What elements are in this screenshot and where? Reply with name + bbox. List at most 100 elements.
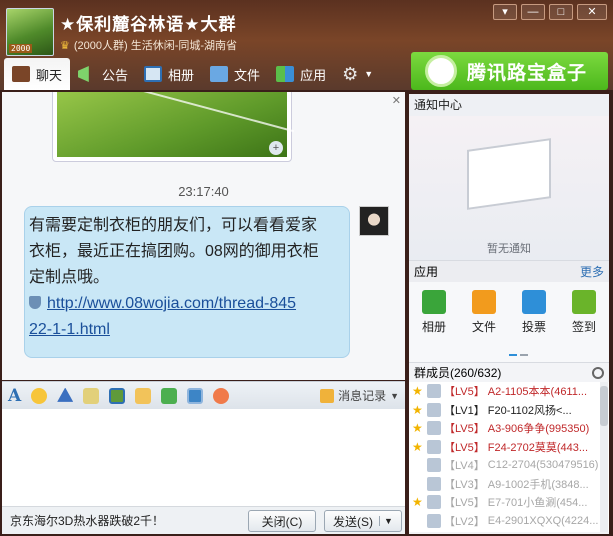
sticker-icon[interactable] (213, 387, 230, 404)
search-icon[interactable] (592, 366, 604, 379)
message-bubble: 有需要定制衣柜的朋友们，可以看看爱家 衣柜，最近正在搞团购。08网的御用衣柜 定… (24, 206, 350, 358)
star-icon: ★ (412, 439, 423, 454)
app-checkin[interactable]: 签到 (571, 290, 596, 362)
app-label: 投票 (521, 320, 546, 334)
note-icon[interactable] (135, 387, 152, 404)
apps-header: 应用 更多 (409, 260, 609, 282)
tab-label: 相册 (168, 67, 195, 83)
tab-apps[interactable]: 应用 (268, 59, 334, 89)
member-list[interactable]: ★ 【LV5】 A2-1105本本(4611... ★ 【LV1】 F20-1102风扬… (409, 382, 609, 532)
members-header: 群成员(260/632) (409, 362, 609, 382)
member-row[interactable]: ★ 【LV5】 E7-701小鱼涮(454... (409, 493, 609, 512)
member-name: E7-701小鱼涮(454... (487, 497, 588, 510)
zoom-icon[interactable]: + (269, 141, 283, 155)
member-name: A3-906争争(995350) (487, 423, 590, 436)
member-row[interactable]: 【LV3】 A9-1002手机(3848... (409, 475, 609, 494)
member-name: F24-2702莫莫(443... (487, 441, 589, 454)
avatar (427, 458, 441, 473)
page-dot[interactable] (520, 354, 528, 356)
folder-icon (210, 66, 229, 82)
apps-grid: 相册 文件 投票 签到 (409, 282, 609, 362)
gear-icon: ⚙ (342, 63, 359, 84)
app-files[interactable]: 文件 (471, 290, 496, 362)
message-line: 衣柜，最近正在搞团购。08网的御用衣柜 (29, 243, 319, 260)
close-icon[interactable]: ✕ (577, 4, 607, 20)
font-icon[interactable]: A (8, 386, 21, 406)
tab-label: 公告 (102, 67, 129, 83)
tab-files[interactable]: 文件 (202, 59, 268, 89)
avatar (427, 421, 441, 436)
message-line: 定制点哦。 (29, 269, 110, 286)
star-icon: ★ (412, 495, 423, 510)
bottom-bar: 京东海尔3D热水器跌破2千！ 关闭(C) 发送(S) ▼ (2, 506, 405, 534)
apps-more-link[interactable]: 更多 (580, 263, 604, 280)
input-toolbar: A 消息记录 ▼ (2, 381, 405, 409)
member-scrollbar[interactable] (600, 382, 608, 532)
member-row[interactable]: 【LV2】 E4-2901XQXQ(4224... (409, 512, 609, 531)
emoji-icon[interactable] (31, 387, 48, 404)
checkin-icon (571, 290, 596, 314)
image-message[interactable]: + (52, 92, 292, 162)
history-label: 消息记录 (338, 389, 387, 403)
star-icon: ★ (412, 384, 423, 399)
member-level: 【LV1】 (444, 404, 485, 417)
shield-icon (29, 296, 41, 309)
send-label: 发送(S) (333, 514, 374, 529)
member-row[interactable]: ★ 【LV5】 A3-906争争(995350) (409, 419, 609, 438)
group-info: ♛ (2000人群) 生活休闲-同城-湖南省 (60, 37, 237, 53)
message-input[interactable] (2, 409, 405, 506)
avatar (427, 495, 441, 510)
collapse-icon[interactable]: ✕ (392, 94, 401, 107)
member-name: E4-2901XQXQ(4224... (487, 514, 599, 527)
chat-messages[interactable]: ✕ + 23:17:40 有需要定制衣柜的朋友们，可以看看爱家 衣柜，最近正在搞… (2, 92, 405, 380)
member-row[interactable]: ★ 【LV5】 F24-2702莫莫(443... (409, 438, 609, 457)
tab-chat[interactable]: 聊天 (4, 58, 71, 90)
message-timestamp: 23:17:40 (178, 184, 229, 199)
router-box-icon (425, 55, 457, 87)
window-controls: ▾ — □ ✕ (493, 4, 607, 20)
ad-banner[interactable]: 腾讯路宝盒子 (411, 52, 608, 90)
group-name[interactable]: ★保利麓谷林语★大群 (60, 10, 236, 35)
group-avatar[interactable]: 2000 (6, 8, 54, 56)
message-link[interactable]: http://www.08wojia.com/thread-845 (47, 295, 296, 312)
settings-button[interactable]: ⚙ ▼ (334, 59, 381, 89)
menu-icon[interactable]: ▾ (493, 4, 517, 20)
app-vote[interactable]: 投票 (521, 290, 546, 362)
screenshot-icon[interactable] (187, 387, 204, 404)
close-button[interactable]: 关闭(C) (248, 510, 316, 532)
music-icon[interactable] (161, 387, 178, 404)
minimize-icon[interactable]: — (521, 4, 545, 20)
page-dot[interactable] (509, 354, 517, 356)
message-link-cont[interactable]: 22-1-1.html (29, 321, 110, 338)
scrollbar-thumb[interactable] (600, 386, 608, 426)
member-row[interactable]: 【LV4】 C12-2704(530479516) (409, 456, 609, 475)
avatar (427, 476, 441, 491)
member-level: 【LV5】 (444, 386, 485, 399)
ad-text-link[interactable]: 京东海尔3D热水器跌破2千！ (10, 512, 164, 529)
avatar (427, 402, 441, 417)
title-bar: 2000 ★保利麓谷林语★大群 ♛ (2000人群) 生活休闲-同城-湖南省 ▾ … (0, 0, 613, 90)
sender-avatar[interactable] (359, 206, 389, 236)
empty-box-icon (467, 138, 551, 210)
tab-album[interactable]: 相册 (136, 59, 202, 89)
tab-label: 文件 (234, 67, 261, 83)
history-button[interactable]: 消息记录 ▼ (320, 387, 399, 404)
member-row[interactable]: ★ 【LV5】 A2-1105本本(4611... (409, 382, 609, 401)
photo-icon (144, 66, 163, 82)
tab-announcement[interactable]: 公告 (70, 59, 136, 89)
apps-grid-icon (276, 66, 295, 82)
ad-banner-text: 腾讯路宝盒子 (467, 62, 588, 84)
app-album[interactable]: 相册 (421, 290, 446, 362)
member-row[interactable]: ★ 【LV1】 F20-1102风扬<... (409, 401, 609, 420)
maximize-icon[interactable]: □ (549, 4, 573, 20)
notice-center: 暂无通知 (409, 116, 609, 260)
history-icon (320, 388, 335, 403)
photo-icon (421, 290, 446, 314)
shake-icon[interactable] (57, 387, 74, 402)
send-button[interactable]: 发送(S) ▼ (324, 510, 402, 532)
doodle-icon[interactable] (83, 387, 100, 404)
send-options-icon[interactable]: ▼ (379, 516, 393, 526)
member-name: C12-2704(530479516) (487, 459, 599, 472)
megaphone-icon (78, 66, 89, 82)
image-icon[interactable] (109, 387, 126, 404)
